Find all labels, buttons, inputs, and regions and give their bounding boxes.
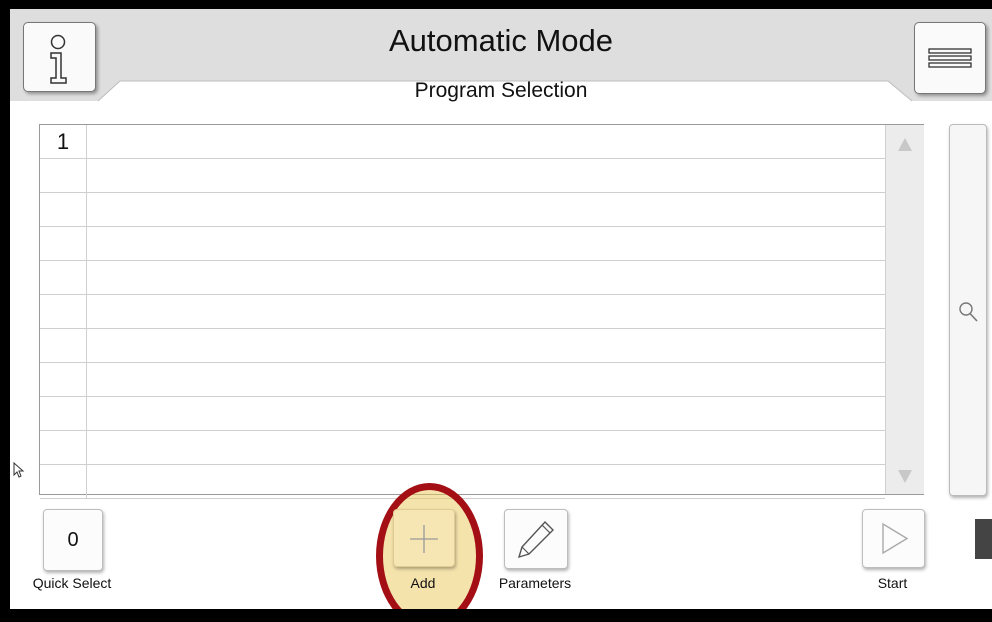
program-row-number: [40, 465, 87, 498]
magnifier-icon: [959, 302, 978, 322]
program-row-number: [40, 227, 87, 260]
mouse-cursor-icon: [13, 462, 25, 478]
program-row[interactable]: [40, 261, 885, 295]
hamburger-menu-icon: [928, 48, 972, 68]
scroll-down-button[interactable]: [886, 461, 924, 491]
program-row-number: [40, 295, 87, 328]
program-list: 1: [39, 124, 924, 499]
program-row[interactable]: [40, 329, 885, 363]
program-row[interactable]: [40, 227, 885, 261]
side-edge-tab[interactable]: [975, 519, 992, 559]
scroll-up-button[interactable]: [886, 129, 924, 159]
program-rows: 1: [40, 125, 885, 499]
program-row-number: [40, 261, 87, 294]
start-label: Start: [877, 575, 908, 591]
search-button[interactable]: [949, 124, 987, 496]
play-triangle-icon: [882, 522, 909, 555]
pencil-icon: [517, 520, 554, 559]
add-button[interactable]: [393, 509, 455, 567]
plus-icon: [410, 525, 438, 553]
parameters-button[interactable]: [504, 509, 568, 569]
program-row[interactable]: 1: [40, 125, 885, 159]
program-row[interactable]: [40, 397, 885, 431]
program-row-number: [40, 159, 87, 192]
program-row-number: [40, 431, 87, 464]
page-title: Automatic Mode: [389, 23, 613, 58]
start-button[interactable]: [862, 509, 925, 568]
quick-select-input[interactable]: 0: [43, 509, 103, 571]
program-row-number: [40, 397, 87, 430]
program-row-number: 1: [40, 125, 87, 158]
program-row-number: [40, 193, 87, 226]
program-row-number: [40, 329, 87, 362]
triangle-down-icon: [898, 470, 912, 483]
menu-button[interactable]: [914, 22, 986, 94]
triangle-up-icon: [898, 138, 912, 151]
device-frame: Automatic Mode Program Selection 1 0 Qui…: [0, 0, 992, 622]
list-scrollbar[interactable]: [885, 125, 924, 494]
program-row[interactable]: [40, 431, 885, 465]
program-row[interactable]: [40, 363, 885, 397]
program-row[interactable]: [40, 295, 885, 329]
hmi-screen: Automatic Mode Program Selection 1 0 Qui…: [10, 9, 992, 609]
program-row-number: [40, 363, 87, 396]
program-row[interactable]: [40, 159, 885, 193]
quick-select-label: Quick Select: [32, 575, 112, 591]
page-subtitle: Program Selection: [414, 79, 588, 102]
add-label: Add: [410, 575, 436, 591]
program-row[interactable]: [40, 465, 885, 499]
program-row[interactable]: [40, 193, 885, 227]
header-bar: Automatic Mode Program Selection: [10, 9, 992, 119]
parameters-label: Parameters: [498, 575, 572, 591]
